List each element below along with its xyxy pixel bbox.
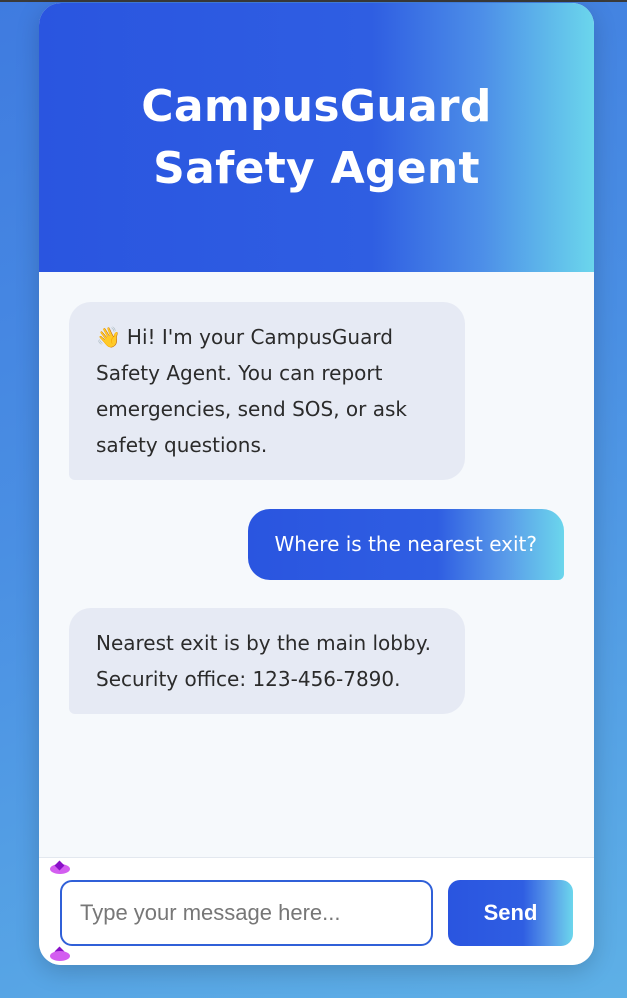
message-input[interactable]	[60, 880, 433, 946]
composer-bar: Send	[39, 857, 594, 965]
resize-handle-icon[interactable]	[50, 860, 70, 874]
message-text: Where is the nearest exit?	[274, 532, 537, 556]
page-title: CampusGuard Safety Agent	[141, 80, 492, 194]
chat-window: CampusGuard Safety Agent 👋 Hi! I'm your C…	[39, 3, 594, 965]
bot-message: 👋 Hi! I'm your CampusGuard Safety Agent. …	[69, 302, 465, 480]
resize-handle-knob	[50, 951, 70, 961]
send-button[interactable]: Send	[448, 880, 573, 946]
bot-message: Nearest exit is by the main lobby. Secur…	[69, 608, 465, 714]
message-text: Hi! I'm your CampusGuard Safety Agent. Y…	[96, 325, 408, 457]
waving-hand-icon: 👋	[96, 325, 121, 349]
message-list[interactable]: 👋 Hi! I'm your CampusGuard Safety Agent. …	[39, 272, 594, 857]
message-text: Nearest exit is by the main lobby. Secur…	[96, 631, 432, 691]
window-top-edge	[0, 0, 627, 2]
resize-handle-icon[interactable]	[50, 946, 70, 961]
chat-header: CampusGuard Safety Agent	[39, 3, 594, 272]
user-message: Where is the nearest exit?	[247, 509, 564, 580]
